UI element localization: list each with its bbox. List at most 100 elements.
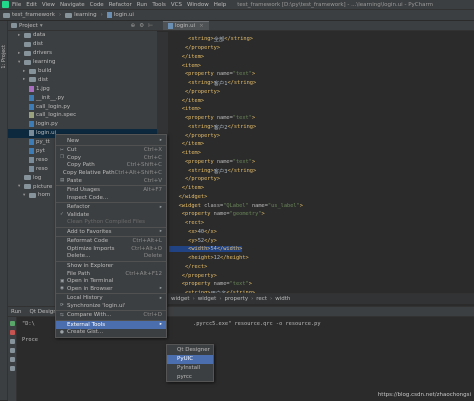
submenu-item-pyinstall[interactable]: PyInstall (167, 364, 213, 373)
context-menu-item-create-gist[interactable]: ● Create Gist... (56, 329, 166, 337)
watermark: https://blog.csdn.net/zhaochongsi (377, 392, 471, 398)
context-menu-item-copy-relative-path[interactable]: Copy Relative Path Ctrl+Alt+Shift+C (56, 169, 166, 177)
tab-login-ui[interactable]: login.ui × (163, 21, 209, 30)
tree-item[interactable]: 1.jpg (8, 84, 157, 93)
context-menu-item-inspect-code[interactable]: Inspect Code... (56, 194, 166, 202)
menu-tools[interactable]: Tools (152, 2, 166, 8)
context-menu-item-compare-with[interactable]: ⇆ Compare With... Ctrl+D (56, 311, 166, 319)
editor-breadcrumb-item[interactable]: width (275, 296, 290, 302)
menu-item-label: Compare With... (67, 312, 112, 319)
menu-item-shortcut: Ctrl+Alt+Shift+C (114, 169, 162, 176)
context-menu-item-reformat-code[interactable]: Reformat Code Ctrl+Alt+L (56, 238, 166, 246)
context-menu-item-local-history[interactable]: Local History ▸ (56, 294, 166, 302)
menu-window[interactable]: Window (187, 2, 209, 8)
tree-item[interactable]: ▾ learning (8, 58, 157, 67)
context-menu-item-find-usages[interactable]: Find Usages Alt+F7 (56, 186, 166, 194)
context-menu-item-validate[interactable]: ✓ Validate (56, 211, 166, 219)
context-menu-item-new[interactable]: New ▸ (56, 137, 166, 145)
code-token: "text" (232, 158, 252, 165)
context-menu-item-cut[interactable]: ✂ Cut Ctrl+X (56, 147, 166, 155)
breadcrumb-file[interactable]: login.ui (106, 12, 134, 18)
chevron-down-icon[interactable]: ▾ (40, 23, 43, 29)
submenu-item-pyuic[interactable]: PyUIC (167, 354, 213, 364)
tree-item-label: log (33, 174, 42, 181)
menu-item-label: Refactor (67, 204, 91, 211)
menu-item-icon: ▤ (60, 178, 65, 183)
project-icon (11, 23, 17, 28)
menu-code[interactable]: Code (90, 2, 104, 8)
context-menu-item-synchronize-login-ui[interactable]: ⟳ Synchronize 'login.ui' (56, 302, 166, 310)
menu-edit[interactable]: Edit (26, 2, 37, 8)
sync-icon[interactable]: ⊕ (131, 23, 136, 29)
menu-item-shortcut: Ctrl+Alt+O (131, 245, 162, 252)
pin-icon[interactable] (9, 339, 15, 344)
tree-item[interactable]: ▸ dist (8, 75, 157, 84)
project-tool-window-button[interactable]: 1: Project (1, 45, 7, 69)
tree-item[interactable]: login.py (8, 120, 157, 129)
editor-breadcrumb-item[interactable]: widget (198, 296, 217, 302)
close-icon[interactable]: × (199, 23, 204, 29)
submenu-item-pyrcc[interactable]: pyrcc (167, 372, 213, 381)
tree-item[interactable]: call_login.spec (8, 111, 157, 120)
rerun-icon[interactable] (9, 321, 15, 326)
context-menu-item-copy-path[interactable]: Copy Path Ctrl+Shift+C (56, 162, 166, 170)
tree-item[interactable]: __init__.py (8, 93, 157, 102)
menu-item-label: Open in Browser (67, 285, 113, 292)
folder-icon (24, 175, 31, 181)
code-token: class= (204, 202, 224, 209)
submenu-item-qt-designer[interactable]: Qt Designer (167, 346, 213, 355)
breadcrumb-learning[interactable]: learning (65, 12, 97, 18)
project-panel-title[interactable]: Project (19, 23, 38, 29)
code-token: </item> (169, 53, 205, 60)
menu-item-icon: ● (60, 329, 64, 335)
context-menu-item-add-to-favorites[interactable]: Add to Favorites ▸ (56, 228, 166, 236)
hide-icon[interactable]: ⊢ (148, 23, 153, 29)
menu-item-icon: ◉ (60, 286, 64, 292)
menu-view[interactable]: View (42, 2, 55, 8)
trash-icon[interactable] (9, 366, 15, 371)
tab-label: login.ui (175, 23, 196, 29)
tree-item[interactable]: dist (8, 40, 157, 49)
code-token: "text" (232, 115, 252, 122)
tree-item[interactable]: call_login.py (8, 102, 157, 111)
code-token: name= (213, 281, 230, 288)
run-label: Run (11, 308, 22, 315)
context-menu-item-open-in-terminal[interactable]: ▣ Open in Terminal (56, 277, 166, 285)
menu-navigate[interactable]: Navigate (60, 2, 85, 8)
tree-item[interactable]: ▸ build (8, 67, 157, 76)
menu-vcs[interactable]: VCS (171, 2, 182, 8)
context-menu-item-delete[interactable]: Delete... Delete (56, 253, 166, 261)
folder-icon (3, 12, 10, 18)
print-icon[interactable] (9, 357, 15, 362)
menu-item-shortcut: Ctrl+V (143, 177, 162, 184)
context-menu-item-external-tools[interactable]: External Tools ▸ (56, 321, 166, 329)
breadcrumb-project[interactable]: test_framework (3, 12, 55, 18)
context-menu-item-copy[interactable]: ❐ Copy Ctrl+C (56, 154, 166, 162)
context-menu-item-optimize-imports[interactable]: Optimize Imports Ctrl+Alt+O (56, 245, 166, 253)
context-menu-item-paste[interactable]: ▤ Paste Ctrl+V (56, 177, 166, 185)
code-line: </property> (169, 271, 303, 280)
menu-run[interactable]: Run (137, 2, 148, 8)
context-menu-item-file-path[interactable]: File Path Ctrl+Alt+F12 (56, 270, 166, 278)
run-output-line: "D:\ (22, 321, 35, 327)
menu-file[interactable]: File (12, 2, 21, 8)
editor-breadcrumb-item[interactable]: widget (171, 296, 190, 302)
stop-icon[interactable] (9, 330, 15, 335)
tree-item[interactable]: ▸ data (8, 31, 157, 40)
editor-breadcrumb-item[interactable]: rect (256, 296, 267, 302)
code-area[interactable]: <string> 全部 </string> </property> </item> … (169, 35, 303, 298)
context-menu-item-open-in-browser[interactable]: ◉ Open in Browser ▸ (56, 285, 166, 293)
context-menu-item-refactor[interactable]: Refactor ▸ (56, 203, 166, 211)
context-menu-item-show-in-explorer[interactable]: Show in Explorer (56, 262, 166, 270)
context-menu-item-clean-python-compiled-files: Clean Python Compiled Files (56, 218, 166, 226)
menu-item-label: Open in Terminal (67, 278, 114, 285)
menu-refactor[interactable]: Refactor (109, 2, 132, 8)
menu-help[interactable]: Help (214, 2, 227, 8)
scroll-icon[interactable] (9, 348, 15, 353)
tree-item[interactable]: ▸ drivers (8, 49, 157, 58)
editor-breadcrumb-item[interactable]: property (225, 296, 249, 302)
code-line: <string> 客户1 </string> (169, 79, 303, 88)
settings-icon[interactable]: ⚙ (139, 23, 144, 29)
menu-item-label: Synchronize 'login.ui' (67, 302, 126, 309)
code-token: </string> (227, 167, 257, 174)
